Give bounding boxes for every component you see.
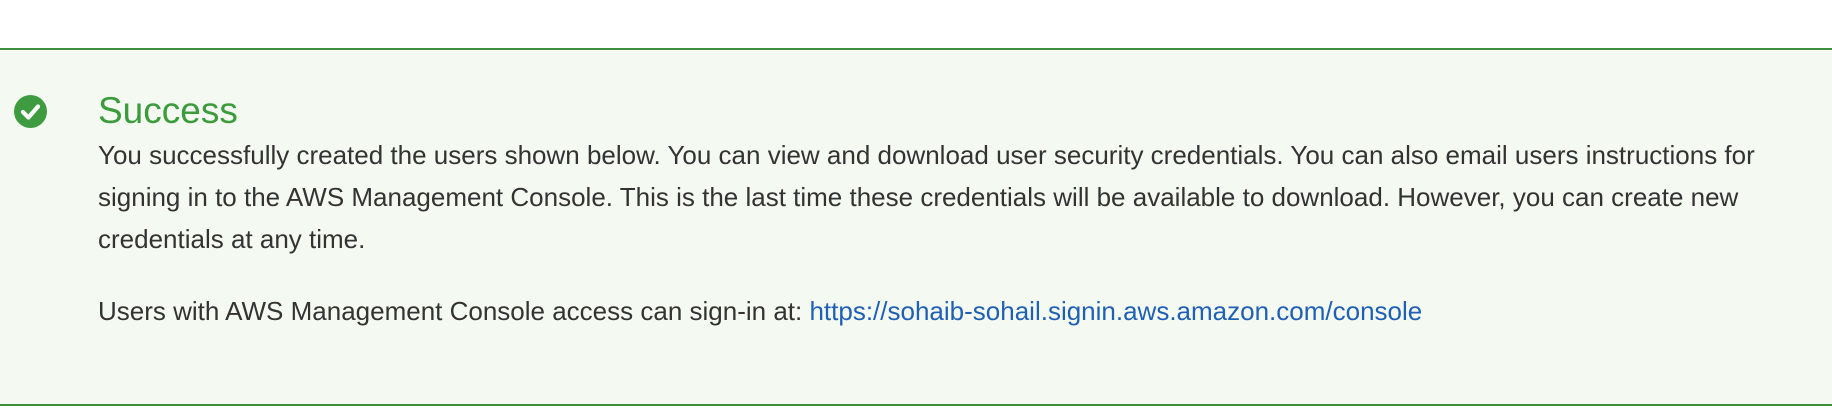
signin-message: Users with AWS Management Console access…: [98, 290, 1832, 332]
page: Success You successfully created the use…: [0, 0, 1832, 414]
alert-content: Success You successfully created the use…: [98, 88, 1832, 332]
console-signin-link[interactable]: https://sohaib-sohail.signin.aws.amazon.…: [809, 296, 1422, 326]
signin-prefix: Users with AWS Management Console access…: [98, 296, 810, 326]
check-circle-icon: [14, 95, 47, 128]
alert-title: Success: [98, 90, 238, 131]
alert-message: You successfully created the users shown…: [98, 140, 1755, 254]
success-alert: Success You successfully created the use…: [0, 48, 1832, 406]
